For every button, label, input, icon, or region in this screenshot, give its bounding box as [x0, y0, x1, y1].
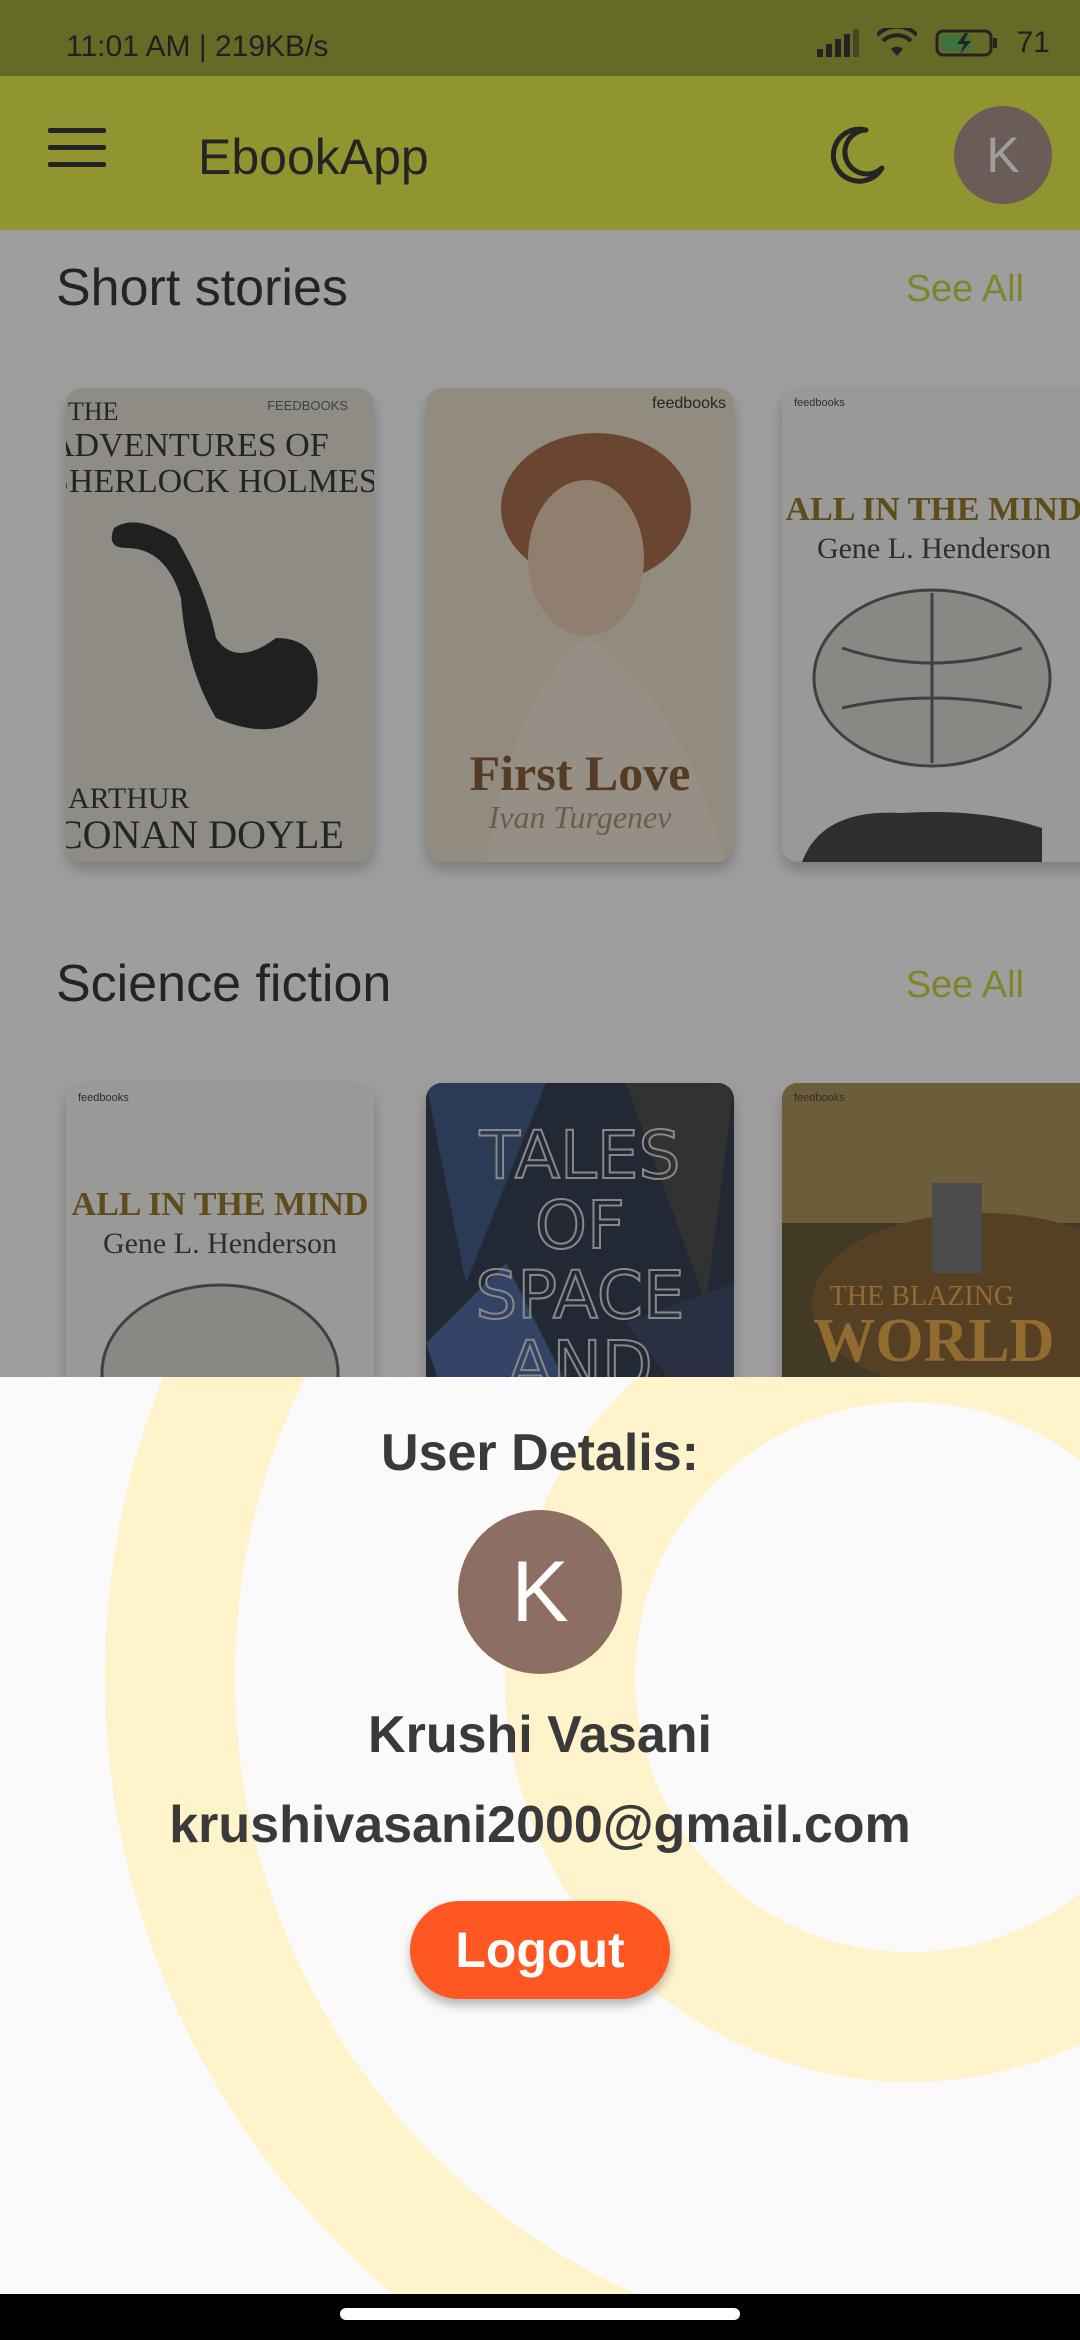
sheet-title: User Detalis: — [381, 1424, 699, 1482]
user-email: krushivasani2000@gmail.com — [169, 1796, 911, 1854]
scrim-overlay[interactable] — [0, 0, 1080, 1377]
home-gesture-handle[interactable] — [340, 2308, 740, 2320]
user-avatar: K — [458, 1510, 622, 1674]
logout-button[interactable]: Logout — [410, 1901, 670, 1999]
main-screen: 11:01 AM | 219KB/s 71 EbookApp K Short s… — [0, 0, 1080, 1377]
system-nav-bar — [0, 2294, 1080, 2340]
user-name: Krushi Vasani — [368, 1706, 712, 1764]
user-details-sheet: User Detalis: K Krushi Vasani krushivasa… — [0, 1377, 1080, 2294]
